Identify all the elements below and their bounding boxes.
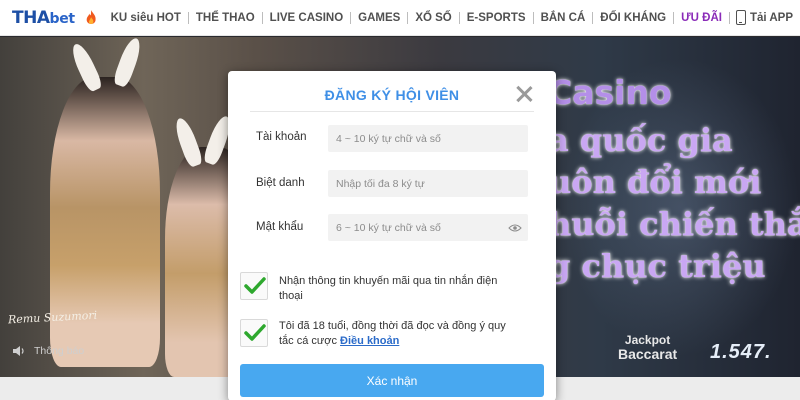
- promo-line: uôn đổi mới: [548, 163, 762, 201]
- logo[interactable]: THA bet: [0, 8, 85, 28]
- account-input[interactable]: [328, 125, 528, 152]
- jackpot-label-1: Jackpot: [624, 333, 671, 347]
- promo-line: g chục triệu: [548, 247, 766, 285]
- hero-model-image: [50, 77, 160, 367]
- nav-menu: KU siêu HOT THỂ THAO LIVE CASINO GAMES X…: [104, 0, 800, 36]
- nav-item-ban-ca[interactable]: BẮN CÁ: [534, 12, 593, 24]
- nav-item-tai-app[interactable]: Tải APP: [750, 12, 800, 24]
- jackpot-label: Jackpot Baccarat: [618, 333, 677, 361]
- nav-item-esports[interactable]: E-SPORTS: [460, 12, 533, 24]
- bunny-ear: [111, 37, 145, 89]
- terms-link[interactable]: Điều khoản: [340, 335, 399, 347]
- bunny-ear: [171, 115, 205, 169]
- nav-item-xo-so[interactable]: XỔ SỐ: [408, 12, 458, 24]
- password-input[interactable]: [328, 214, 528, 241]
- promo-checkbox[interactable]: [240, 272, 268, 300]
- nav-item-uu-dai[interactable]: ƯU ĐÃI: [674, 12, 729, 24]
- terms-checkbox[interactable]: [240, 319, 268, 347]
- bunny-ear: [68, 40, 104, 94]
- jackpot-value: 1.547.: [710, 341, 772, 363]
- top-nav: THA bet KU siêu HOT THỂ THAO LIVE CASINO…: [0, 0, 800, 36]
- password-label: Mật khẩu: [256, 221, 304, 233]
- phone-icon: [735, 10, 746, 25]
- speaker-icon: [13, 346, 24, 356]
- nav-divider: [728, 11, 730, 24]
- nav-item-doi-khang[interactable]: ĐỐI KHÁNG: [593, 12, 673, 24]
- logo-text-2: bet: [49, 10, 75, 27]
- promo-checkbox-label: Nhận thông tin khuyến mãi qua tin nhắn đ…: [279, 275, 498, 302]
- nav-item-live-casino[interactable]: LIVE CASINO: [263, 12, 350, 24]
- nav-item-games[interactable]: GAMES: [351, 12, 407, 24]
- modal-title: ĐĂNG KÝ HỘI VIÊN: [324, 87, 460, 103]
- promo-line: a quốc gia: [548, 121, 733, 159]
- fire-icon: [87, 9, 96, 24]
- nav-item-ku-hot[interactable]: KU siêu HOT: [104, 12, 188, 24]
- check-icon: [244, 324, 266, 341]
- terms-checkbox-label: Tôi đã 18 tuổi, đồng thời đã đọc và đồng…: [279, 319, 519, 349]
- notice-bar[interactable]: Thông báo: [12, 345, 84, 357]
- logo-text-1: THA: [12, 7, 50, 28]
- jackpot-label-2: Baccarat: [618, 346, 678, 362]
- register-modal: ĐĂNG KÝ HỘI VIÊN Tài khoản Biệt danh Mật…: [228, 71, 556, 400]
- account-label: Tài khoản: [256, 131, 307, 143]
- submit-button[interactable]: Xác nhận: [240, 364, 544, 397]
- promo-line: huỗi chiến thắ: [548, 205, 800, 243]
- eye-icon[interactable]: [508, 223, 522, 233]
- promo-line: Casino: [548, 73, 672, 112]
- check-icon: [244, 277, 266, 294]
- nickname-label: Biệt danh: [256, 177, 305, 189]
- title-divider: [250, 111, 534, 112]
- notice-label: Thông báo: [34, 345, 85, 357]
- nav-item-the-thao[interactable]: THỂ THAO: [189, 12, 262, 24]
- close-icon[interactable]: [513, 83, 535, 105]
- nickname-input[interactable]: [328, 170, 528, 197]
